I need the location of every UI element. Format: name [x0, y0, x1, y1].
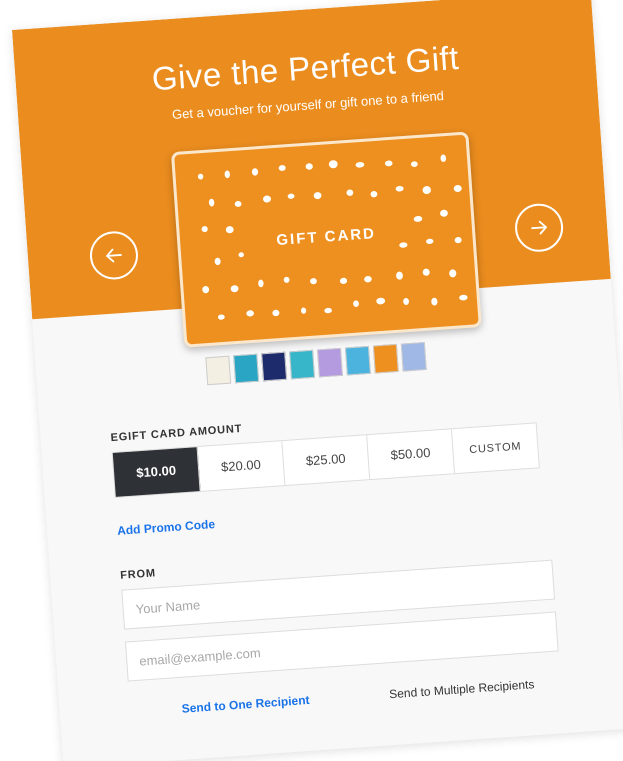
- thumb-teal-arch[interactable]: [233, 353, 260, 384]
- confetti-dot: [197, 173, 204, 180]
- confetti-dot: [263, 195, 272, 203]
- confetti-dot: [272, 309, 280, 317]
- confetti-dot: [251, 168, 259, 176]
- amount-option-50[interactable]: $50.00: [367, 429, 455, 480]
- confetti-dot: [431, 297, 438, 306]
- arrow-left-icon: [106, 248, 122, 263]
- confetti-dot: [339, 277, 348, 284]
- gift-card-preview: GIFT CARD: [170, 131, 482, 348]
- amount-option-custom[interactable]: CUSTOM: [452, 423, 539, 473]
- confetti-dot: [217, 314, 225, 320]
- design-thumbnails: [205, 341, 427, 389]
- confetti-dot: [238, 252, 244, 258]
- confetti-dot: [440, 209, 448, 217]
- confetti-dot: [208, 198, 215, 207]
- confetti-dot: [225, 226, 234, 234]
- from-label: FROM: [119, 567, 157, 582]
- confetti-dot: [230, 285, 239, 293]
- confetti-dot: [403, 297, 410, 305]
- confetti-dot: [201, 226, 208, 233]
- confetti-dot: [246, 310, 254, 317]
- confetti-dot: [370, 190, 378, 198]
- confetti-dot: [328, 160, 338, 169]
- confetti-dot: [396, 271, 403, 280]
- confetti-dot: [376, 297, 386, 305]
- gift-card-form: Give the Perfect Gift Get a voucher for …: [12, 0, 623, 761]
- confetti-dot: [234, 201, 242, 207]
- amount-option-10[interactable]: $10.00: [112, 447, 201, 497]
- confetti-dot: [305, 163, 313, 170]
- confetti-dot: [459, 294, 468, 301]
- confetti-dot: [426, 238, 434, 244]
- confetti-dot: [214, 257, 221, 266]
- thumb-orange-dots[interactable]: [372, 343, 399, 374]
- confetti-dot: [202, 286, 210, 294]
- confetti-dot: [410, 161, 418, 167]
- confetti-dot: [395, 186, 404, 192]
- thumb-sky-script[interactable]: [344, 345, 371, 376]
- confetti-dot: [287, 193, 295, 199]
- confetti-dot: [364, 275, 372, 283]
- amount-option-25[interactable]: $25.00: [282, 435, 371, 486]
- confetti-dot: [258, 279, 264, 288]
- thumb-teal-flower[interactable]: [289, 349, 315, 380]
- amount-option-20[interactable]: $20.00: [197, 441, 286, 491]
- confetti-dot: [324, 307, 332, 314]
- thumb-illustration[interactable]: [205, 355, 232, 386]
- confetti-dot: [310, 278, 317, 285]
- confetti-dot: [283, 276, 290, 283]
- confetti-dot: [224, 170, 230, 179]
- confetti-dot: [300, 307, 307, 314]
- send-one-recipient-tab[interactable]: Send to One Recipient: [181, 693, 310, 716]
- confetti-dot: [454, 236, 462, 244]
- confetti-dot: [355, 161, 365, 168]
- add-promo-code-link[interactable]: Add Promo Code: [117, 517, 216, 538]
- arrow-right-icon: [531, 220, 547, 235]
- thumb-navy-heart[interactable]: [261, 351, 288, 382]
- confetti-dot: [453, 184, 462, 192]
- confetti-dot: [422, 186, 431, 195]
- confetti-dot: [384, 160, 393, 167]
- confetti-dot: [346, 189, 354, 196]
- thumb-purple-pattern[interactable]: [317, 347, 343, 378]
- confetti-dot: [399, 242, 408, 248]
- amount-label: EGIFT CARD AMOUNT: [110, 422, 243, 445]
- confetti-dot: [313, 192, 322, 200]
- confetti-dot: [449, 269, 457, 278]
- page: Give the Perfect Gift Get a voucher for …: [0, 0, 623, 761]
- confetti-dot: [422, 268, 430, 276]
- confetti-dot: [440, 154, 447, 162]
- thumb-blue-partial[interactable]: [400, 341, 427, 372]
- confetti-dot: [353, 300, 359, 307]
- send-multiple-recipients-tab[interactable]: Send to Multiple Recipients: [389, 677, 535, 701]
- confetti-dot: [278, 165, 286, 171]
